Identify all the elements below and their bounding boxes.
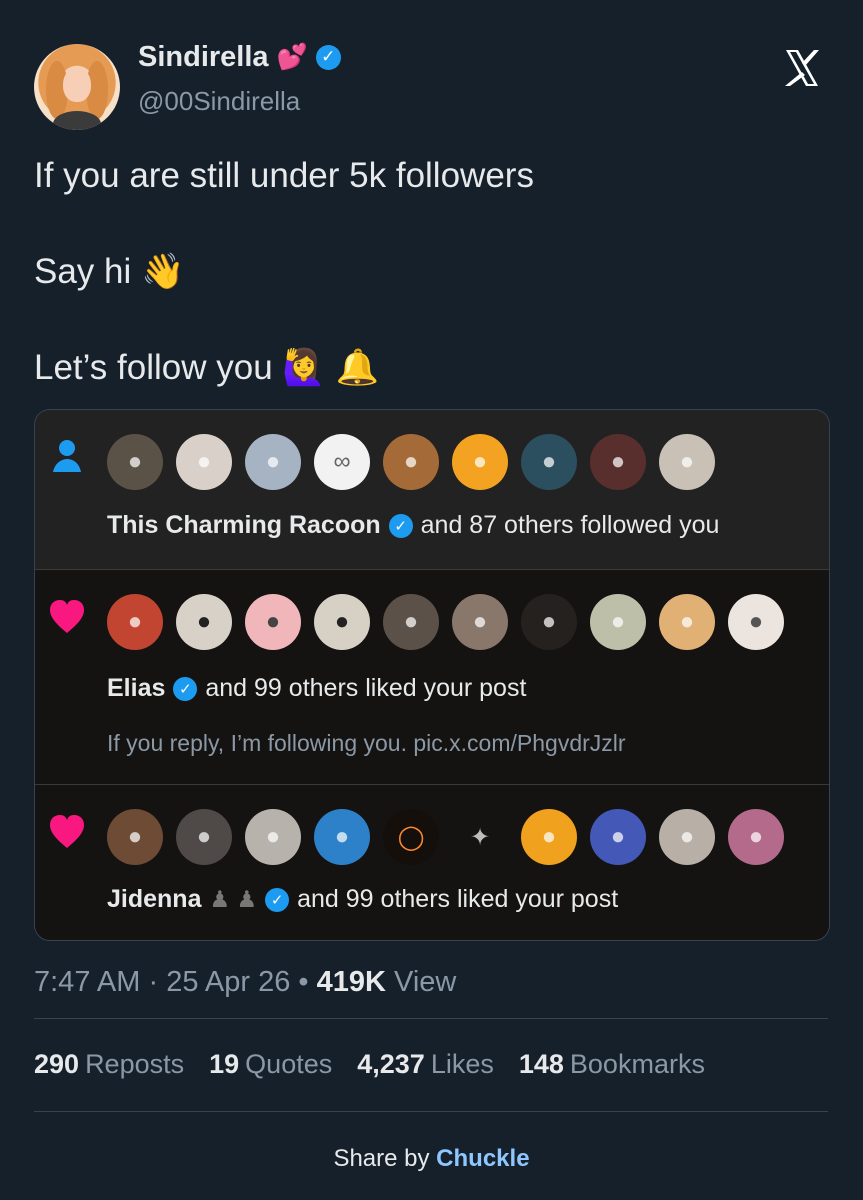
notification-text: This Charming Racoon ✓ and 87 others fol… [107, 511, 719, 540]
verified-badge-icon: ✓ [265, 887, 290, 912]
tweet-line-1: If you are still under 5k followers [34, 156, 534, 195]
tweet-media-image[interactable]: ● ● ● ∞ ● ● ● ● ● This Charming Racoon ✓… [34, 409, 830, 941]
tweet-line-2: Say hi 👋 [34, 252, 185, 291]
profile-avatar[interactable] [34, 44, 120, 130]
woman-avatar[interactable]: ● [728, 594, 784, 650]
quotes-label: Quotes [245, 1049, 333, 1079]
afro-avatar[interactable]: ● [176, 594, 232, 650]
tweet-time[interactable]: 7:47 AM [34, 966, 140, 998]
notification-user-name[interactable]: Elias [107, 674, 165, 703]
share-prefix: Share by [333, 1145, 430, 1172]
view-count: 419K [316, 966, 386, 998]
notification-message: and 99 others liked your post [297, 885, 619, 913]
alien-avatar[interactable]: ● [521, 434, 577, 490]
person-icon [53, 440, 81, 472]
cartoon-avatar[interactable]: ● [107, 809, 163, 865]
man-avatar[interactable]: ● [452, 594, 508, 650]
tweet-spacer [34, 296, 824, 344]
brand-avatar[interactable]: ● [590, 434, 646, 490]
likes-count: 4,237 [357, 1049, 425, 1079]
verified-badge-icon: ✓ [173, 676, 198, 701]
separator-dot: · [148, 966, 159, 998]
likes-stat[interactable]: 4,237 Likes [357, 1049, 494, 1080]
mime-avatar[interactable]: ● [383, 594, 439, 650]
cat-avatar[interactable]: ● [245, 594, 301, 650]
dark-cat-avatar[interactable]: ● [521, 594, 577, 650]
notification-text: Elias ✓ and 99 others liked your post [107, 674, 526, 703]
gray-hair-avatar[interactable]: ● [176, 434, 232, 490]
duck-avatar[interactable]: ● [452, 434, 508, 490]
guy-avatar[interactable]: ● [383, 434, 439, 490]
boy-avatar[interactable]: ● [659, 594, 715, 650]
heart-icon [50, 815, 84, 848]
tweet-metadata: 7:47 AM · 25 Apr 26 • 419K View [34, 966, 456, 999]
divider [34, 1018, 828, 1019]
bookmarks-label: Bookmarks [569, 1049, 705, 1079]
liker-avatars: ● ● ● ● ● ● ● ● ● ● [107, 594, 784, 650]
bookmarks-count: 148 [518, 1049, 564, 1079]
bookmarks-stat[interactable]: 148 Bookmarks [519, 1049, 705, 1080]
separator-dot: • [298, 966, 309, 998]
tweet-spacer [34, 200, 824, 248]
reposts-count: 290 [34, 1049, 80, 1079]
coin-avatar[interactable]: ● [590, 594, 646, 650]
divider [34, 1111, 828, 1112]
name-row: Sindirella 💕 ✓ [138, 38, 341, 76]
tweet-line-3: Let’s follow you 🙋‍♀️ 🔔 [34, 348, 380, 387]
share-footer: Share by Chuckle [0, 1145, 863, 1173]
likes-label: Likes [430, 1049, 494, 1079]
tweet-header: Sindirella 💕 ✓ @00Sindirella [34, 32, 834, 130]
reposts-label: Reposts [85, 1049, 185, 1079]
bald-guy-avatar[interactable]: ● [659, 434, 715, 490]
display-name[interactable]: Sindirella [138, 41, 269, 74]
notification-like-jidenna[interactable]: ● ● ● ● ◯ ✦ ● ● ● ● Jidenna ♟ ♟ ✓ and 99… [35, 785, 829, 940]
notification-follow[interactable]: ● ● ● ∞ ● ● ● ● ● This Charming Racoon ✓… [35, 410, 829, 570]
notification-message: and 87 others followed you [420, 511, 720, 539]
notification-user-name[interactable]: Jidenna [107, 885, 201, 914]
hood-avatar[interactable]: ● [314, 594, 370, 650]
user-handle[interactable]: @00Sindirella [138, 86, 300, 117]
blue-avatar[interactable]: ● [314, 809, 370, 865]
x-logo-icon[interactable] [778, 44, 826, 92]
verified-badge-icon: ✓ [388, 513, 413, 538]
racoon-avatar[interactable]: ● [107, 434, 163, 490]
eclipse-avatar[interactable]: ◯ [383, 809, 439, 865]
portrait-avatar[interactable]: ● [176, 809, 232, 865]
quotes-stat[interactable]: 19 Quotes [209, 1049, 332, 1080]
notification-user-name[interactable]: This Charming Racoon [107, 511, 381, 540]
reposts-stat[interactable]: 290 Reposts [34, 1049, 184, 1080]
infinity-avatar[interactable]: ∞ [314, 434, 370, 490]
notification-like-elias[interactable]: ● ● ● ● ● ● ● ● ● ● Elias ✓ and 99 other… [35, 570, 829, 785]
liker-avatars: ● ● ● ● ◯ ✦ ● ● ● ● [107, 809, 784, 865]
tweet-body: If you are still under 5k followers Say … [34, 152, 824, 392]
chess-pawn-icon: ♟ ♟ [209, 886, 258, 912]
quotes-count: 19 [209, 1049, 240, 1079]
avatar-shoulder [53, 111, 101, 130]
heart-emoji-icon: 💕 [276, 42, 308, 71]
blue-light-avatar[interactable]: ● [590, 809, 646, 865]
share-brand-link[interactable]: Chuckle [436, 1145, 529, 1172]
pink-avatar[interactable]: ● [728, 809, 784, 865]
view-label: View [394, 966, 457, 998]
astronaut-avatar[interactable]: ● [245, 809, 301, 865]
notification-text: Jidenna ♟ ♟ ✓ and 99 others liked your p… [107, 885, 618, 914]
avatar-face [63, 67, 91, 102]
follower-avatars: ● ● ● ∞ ● ● ● ● ● [107, 434, 715, 490]
heart-icon [50, 600, 84, 633]
bird-avatar[interactable]: ✦ [452, 809, 508, 865]
jersey-avatar[interactable]: ● [107, 594, 163, 650]
smile-avatar[interactable]: ● [521, 809, 577, 865]
tweet-date[interactable]: 25 Apr 26 [166, 966, 290, 998]
wave-avatar[interactable]: ● [245, 434, 301, 490]
engagement-stats: 290 Reposts 19 Quotes 4,237 Likes 148 Bookma… [34, 1049, 705, 1080]
notification-message: and 99 others liked your post [205, 674, 527, 702]
liked-post-excerpt[interactable]: If you reply, I’m following you. pic.x.c… [107, 730, 626, 757]
verified-badge-icon: ✓ [315, 44, 341, 70]
bald-man-avatar[interactable]: ● [659, 809, 715, 865]
